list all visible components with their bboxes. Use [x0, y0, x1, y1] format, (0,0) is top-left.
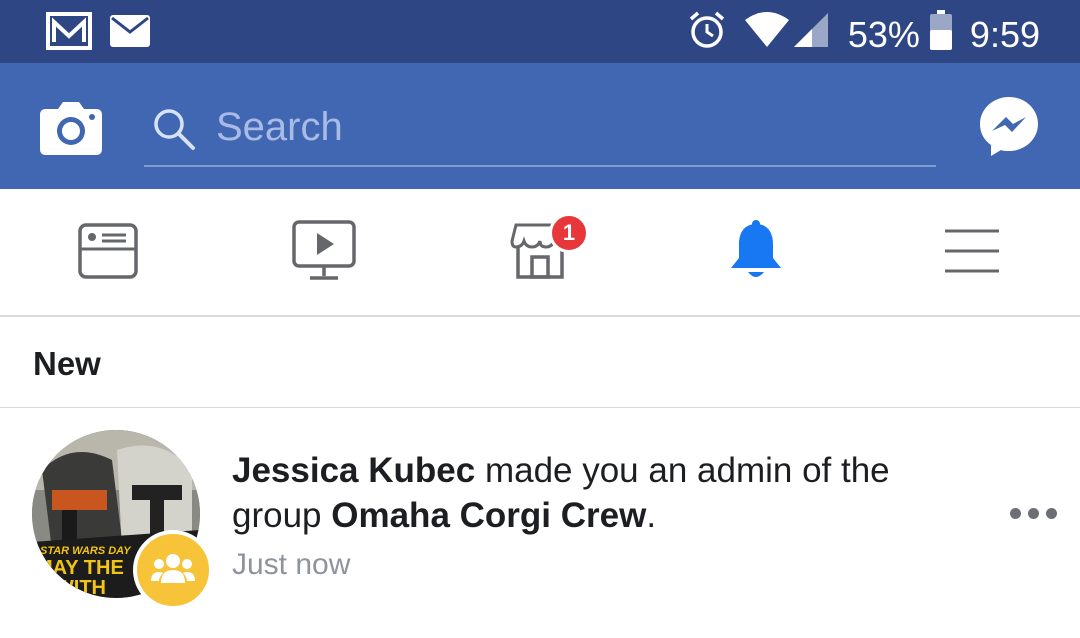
battery-text: 53% [847, 13, 920, 55]
tab-news-feed[interactable] [68, 217, 148, 289]
avatar-text-3: E WITH [36, 577, 106, 598]
hamburger-icon [943, 225, 1001, 282]
cell-signal-icon [792, 12, 830, 57]
messenger-icon[interactable] [978, 95, 1040, 157]
section-title: New [33, 345, 101, 382]
video-icon [292, 219, 356, 287]
tab-bar [0, 189, 1080, 317]
notification-end: . [646, 496, 657, 535]
wifi-icon [744, 12, 790, 57]
notification-time: Just now [232, 548, 351, 581]
app-bar: Search [0, 63, 1080, 189]
camera-icon[interactable] [40, 99, 102, 155]
status-bar: 53% 9:59 [0, 0, 1080, 63]
battery-icon [929, 10, 952, 59]
search-icon [152, 107, 196, 161]
tab-notifications[interactable] [716, 217, 796, 289]
gmail-icon [46, 12, 92, 55]
bell-icon [727, 219, 785, 287]
notification-item[interactable]: STAR WARS DAY MAY THE E WITH Jessica Kub… [0, 408, 1080, 638]
more-options-icon[interactable] [1010, 508, 1057, 519]
avatar-text-1: STAR WARS DAY [40, 545, 132, 557]
tab-menu[interactable] [932, 217, 1012, 289]
group-icon [151, 553, 195, 588]
notification-group: Omaha Corgi Crew [331, 496, 647, 535]
notification-text: Jessica Kubec made you an admin of the g… [232, 448, 932, 538]
search-placeholder: Search [216, 105, 343, 149]
section-header: New [0, 317, 1080, 408]
clock-time: 9:59 [969, 13, 1040, 55]
notification-actor: Jessica Kubec [232, 451, 476, 490]
group-badge [133, 530, 213, 610]
avatar-text-2: MAY THE [36, 557, 124, 579]
news-feed-icon [78, 221, 138, 286]
search-input[interactable]: Search [144, 93, 936, 167]
alarm-icon [688, 11, 726, 58]
tab-watch[interactable] [284, 217, 364, 289]
email-icon [110, 15, 150, 52]
marketplace-badge: 1 [549, 213, 589, 253]
